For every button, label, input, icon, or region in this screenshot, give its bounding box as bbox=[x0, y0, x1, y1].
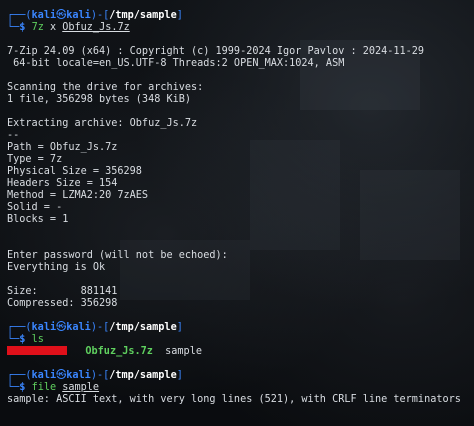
output-solid: Solid = - bbox=[7, 202, 63, 213]
ls-archive-entry: Obfuz_Js.7z bbox=[85, 346, 153, 357]
command-line-1: └─$ 7z x Obfuz_Js.7z bbox=[7, 22, 130, 33]
output-files-found: 1 file, 356298 bytes (348 KiB) bbox=[7, 94, 192, 105]
output-compressed: Compressed: 356298 bbox=[7, 298, 118, 309]
output-extracting: Extracting archive: Obfuz_Js.7z bbox=[7, 118, 198, 129]
output-method: Method = LZMA2:20 7zAES bbox=[7, 190, 149, 201]
output-everything-ok: Everything is Ok bbox=[7, 262, 106, 273]
output-version: 7-Zip 24.09 (x64) : Copyright (c) 1999-2… bbox=[7, 46, 425, 57]
prompt-header-1: ┌──(kali㉿kali)-[/tmp/sample] bbox=[7, 10, 183, 21]
ls-dir-entry: sample bbox=[165, 346, 202, 357]
output-physical-size: Physical Size = 356298 bbox=[7, 166, 142, 177]
output-locale: 64-bit locale=en_US.UTF-8 Threads:2 OPEN… bbox=[7, 58, 345, 69]
output-blocks: Blocks = 1 bbox=[7, 214, 69, 225]
output-size: Size: 881141 bbox=[7, 286, 118, 297]
output-file-result: sample: ASCII text, with very long lines… bbox=[7, 394, 461, 405]
prompt-header-2: ┌──(kali㉿kali)-[/tmp/sample] bbox=[7, 322, 183, 333]
redacted-filename bbox=[7, 346, 67, 355]
output-headers-size: Headers Size = 154 bbox=[7, 178, 118, 189]
output-type: Type = 7z bbox=[7, 154, 63, 165]
command-line-3: └─$ file sample bbox=[7, 382, 100, 393]
output-path: Path = Obfuz_Js.7z bbox=[7, 142, 118, 153]
prompt-header-3: ┌──(kali㉿kali)-[/tmp/sample] bbox=[7, 370, 183, 381]
terminal-window[interactable]: ┌──(kali㉿kali)-[/tmp/sample] └─$ 7z x Ob… bbox=[0, 0, 474, 426]
ls-output: Obfuz_Js.7z sample bbox=[7, 346, 202, 358]
output-scanning: Scanning the drive for archives: bbox=[7, 82, 204, 93]
command-line-2: └─$ ls bbox=[7, 334, 44, 345]
output-enter-password: Enter password (will not be echoed): bbox=[7, 250, 228, 261]
output-separator: -- bbox=[7, 130, 20, 141]
